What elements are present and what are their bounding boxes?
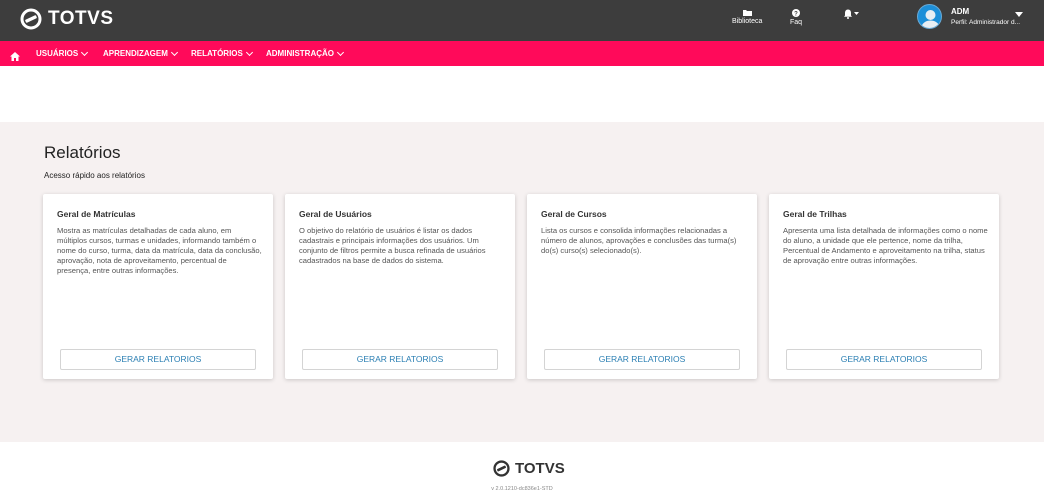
generate-report-button[interactable]: GERAR RELATORIOS (786, 349, 982, 370)
card-title: Geral de Usuários (299, 209, 372, 219)
page-title: Relatórios (44, 143, 121, 162)
footer-logo-text: TOTVS (515, 460, 565, 477)
card-title: Geral de Trilhas (783, 209, 847, 219)
nav-item-label: ADMINISTRAÇÃO (266, 49, 334, 58)
nav-item-relatorios[interactable]: RELATÓRIOS (191, 48, 253, 58)
user-avatar[interactable] (917, 4, 942, 29)
generate-report-button[interactable]: GERAR RELATORIOS (544, 349, 740, 370)
logo-text: TOTVS (48, 8, 114, 29)
generate-report-button[interactable]: GERAR RELATORIOS (60, 349, 256, 370)
home-icon (10, 52, 20, 61)
top-bar: TOTVS Biblioteca ? Faq ADM Perfil: Admin… (0, 0, 1044, 41)
card-title: Geral de Cursos (541, 209, 607, 219)
totvs-logo-icon (493, 460, 510, 477)
report-card-cursos: Geral de Cursos Lista os cursos e consol… (527, 194, 757, 379)
home-button[interactable] (10, 48, 20, 66)
user-menu-caret-icon[interactable] (1015, 12, 1023, 17)
version-text: v 2.0.1210-dc836e1-STD (491, 486, 553, 492)
bell-icon (844, 9, 852, 19)
folder-icon (742, 10, 752, 16)
page-subtitle: Acesso rápido aos relatórios (44, 171, 145, 180)
chevron-down-icon (81, 48, 89, 56)
question-icon: ? (792, 9, 801, 17)
footer-logo: TOTVS (493, 460, 565, 477)
report-card-trilhas: Geral de Trilhas Apresenta uma lista det… (769, 194, 999, 379)
card-description: Apresenta uma lista detalhada de informa… (783, 226, 988, 265)
card-description: Lista os cursos e consolida informações … (541, 226, 737, 255)
nav-item-aprendizagem[interactable]: APRENDIZAGEM (103, 48, 178, 58)
card-description: Mostra as matrículas detalhadas de cada … (57, 226, 262, 275)
report-card-matriculas: Geral de Matrículas Mostra as matrículas… (43, 194, 273, 379)
card-title: Geral de Matrículas (57, 209, 136, 219)
card-description: O objetivo do relatório de usuários é li… (299, 226, 486, 265)
nav-item-label: RELATÓRIOS (191, 49, 243, 58)
nav-item-usuarios[interactable]: USUÁRIOS (36, 48, 89, 58)
biblioteca-label: Biblioteca (732, 18, 763, 25)
totvs-logo[interactable]: TOTVS (20, 8, 114, 30)
user-avatar-icon (921, 10, 940, 28)
notifications-button[interactable] (843, 9, 859, 19)
faq-label: Faq (790, 19, 803, 26)
nav-item-label: USUÁRIOS (36, 49, 79, 58)
user-name[interactable]: ADM (951, 7, 969, 16)
caret-down-icon (854, 12, 859, 15)
user-profile[interactable]: Perfil: Administrador d... (951, 19, 1020, 26)
nav-item-label: APRENDIZAGEM (103, 49, 168, 58)
chevron-down-icon (336, 48, 345, 56)
nav-item-administracao[interactable]: ADMINISTRAÇÃO (266, 48, 345, 58)
chevron-down-icon (245, 48, 253, 56)
faq-button[interactable]: ? Faq (790, 9, 802, 26)
chevron-down-icon (170, 48, 178, 56)
svg-text:?: ? (794, 11, 798, 17)
generate-report-button[interactable]: GERAR RELATORIOS (302, 349, 498, 370)
totvs-logo-icon (20, 8, 42, 30)
main-nav: USUÁRIOS APRENDIZAGEM RELATÓRIOS ADMINIS… (0, 41, 1044, 66)
biblioteca-button[interactable]: Biblioteca (732, 9, 762, 25)
report-card-usuarios: Geral de Usuários O objetivo do relatóri… (285, 194, 515, 379)
